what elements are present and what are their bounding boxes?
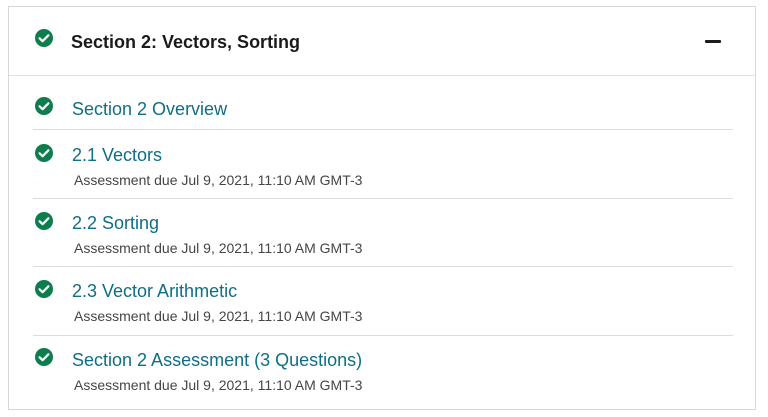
check-circle-icon xyxy=(35,212,53,230)
unit-link[interactable]: 2.2 Sorting xyxy=(72,213,159,234)
due-date-text: Assessment due Jul 9, 2021, 11:10 AM GMT… xyxy=(74,240,363,256)
divider xyxy=(33,266,733,267)
check-circle-icon xyxy=(35,280,53,298)
divider xyxy=(33,198,733,199)
section-title: Section 2: Vectors, Sorting xyxy=(71,32,301,52)
check-circle-icon xyxy=(35,144,53,162)
minus-icon[interactable] xyxy=(705,40,721,43)
divider xyxy=(33,335,733,336)
unit-link[interactable]: Section 2 Overview xyxy=(72,99,227,120)
unit-link[interactable]: 2.3 Vector Arithmetic xyxy=(72,281,237,302)
section-card: Section 2: Vectors, Sorting Section 2 Ov… xyxy=(8,6,756,410)
due-date-text: Assessment due Jul 9, 2021, 11:10 AM GMT… xyxy=(74,308,363,324)
section-header[interactable]: Section 2: Vectors, Sorting xyxy=(9,7,755,76)
due-date-text: Assessment due Jul 9, 2021, 11:10 AM GMT… xyxy=(74,172,363,188)
divider xyxy=(33,129,733,130)
check-circle-icon xyxy=(35,29,53,47)
check-circle-icon xyxy=(35,97,53,115)
check-circle-icon xyxy=(35,348,53,366)
due-date-text: Assessment due Jul 9, 2021, 11:10 AM GMT… xyxy=(74,377,363,393)
unit-link[interactable]: 2.1 Vectors xyxy=(72,145,162,166)
unit-link[interactable]: Section 2 Assessment (3 Questions) xyxy=(72,350,362,371)
